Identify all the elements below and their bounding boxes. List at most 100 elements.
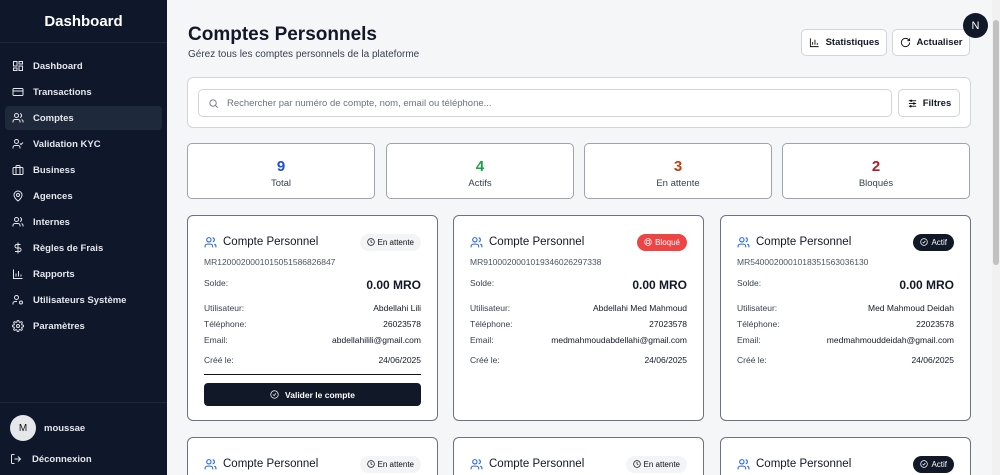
sidebar-item-internes[interactable]: Internes xyxy=(5,210,162,234)
search-icon xyxy=(209,98,218,108)
phone-value: 26023578 xyxy=(383,319,421,329)
user-row: Utilisateur: Med Mahmoud Deidah xyxy=(737,303,954,313)
sidebar-item-dashboard[interactable]: Dashboard xyxy=(5,54,162,78)
stat-active: 4 Actifs xyxy=(386,143,574,199)
balance-label: Solde: xyxy=(204,278,229,288)
sidebar-item-regles-de-frais[interactable]: Règles de Frais xyxy=(5,236,162,260)
sidebar-item-label: Comptes xyxy=(33,112,74,124)
phone-value: 22023578 xyxy=(916,319,954,329)
user-menu-avatar[interactable]: N xyxy=(963,13,988,38)
statistics-label: Statistiques xyxy=(825,37,880,48)
user-label: Utilisateur: xyxy=(470,303,511,313)
phone-value: 27023578 xyxy=(649,319,687,329)
account-card[interactable]: Compte Personnel En attente xyxy=(453,437,704,475)
phone-row: Téléphone: 22023578 xyxy=(737,319,954,329)
stat-label: Bloqués xyxy=(858,178,894,189)
statistics-button[interactable]: Statistiques xyxy=(801,29,887,56)
email-value: abdellahilili@gmail.com xyxy=(332,335,421,345)
refresh-label: Actualiser xyxy=(916,37,963,48)
page-title: Comptes Personnels xyxy=(188,24,377,45)
filters-button[interactable]: Filtres xyxy=(898,89,960,117)
grid-icon xyxy=(11,59,25,73)
search-input[interactable] xyxy=(227,97,867,109)
users-icon xyxy=(11,215,25,229)
clock-icon xyxy=(632,460,641,468)
scrollbar[interactable] xyxy=(992,0,1000,475)
user-profile[interactable]: M moussae xyxy=(10,415,157,441)
created-row: Créé le: 24/06/2025 xyxy=(470,355,687,365)
account-card[interactable]: Compte Personnel En attente MR1200020001… xyxy=(187,215,438,421)
card-title: Compte Personnel xyxy=(223,458,319,470)
sidebar-nav: Dashboard Transactions Comptes Validatio… xyxy=(0,43,167,338)
account-card[interactable]: Compte Personnel Bloqué MR91000200010193… xyxy=(453,215,704,421)
account-number: MR12000200010150515868​26847 xyxy=(204,257,336,267)
user-value: Abdellahi Lili xyxy=(373,303,421,313)
users-icon xyxy=(470,236,483,247)
user-check-icon xyxy=(11,137,25,151)
card-title: Compte Personnel xyxy=(756,236,852,248)
search-box[interactable] xyxy=(198,89,892,117)
phone-label: Téléphone: xyxy=(737,319,780,329)
sidebar-item-agences[interactable]: Agences xyxy=(5,184,162,208)
balance-label: Solde: xyxy=(737,278,762,288)
created-value: 24/06/2025 xyxy=(378,355,421,365)
validate-account-button[interactable]: Valider le compte xyxy=(204,383,421,406)
main-content: Comptes Personnels Gérez tous les compte… xyxy=(167,0,1000,475)
clock-icon xyxy=(366,460,375,468)
users-icon xyxy=(204,236,217,247)
card-header: Compte Personnel En attente xyxy=(204,232,421,252)
sidebar-item-validation-kyc[interactable]: Validation KYC xyxy=(5,132,162,156)
email-label: Email: xyxy=(204,335,228,345)
status-label: En attente xyxy=(377,459,414,469)
sidebar-item-rapports[interactable]: Rapports xyxy=(5,262,162,286)
ban-icon xyxy=(644,238,652,246)
status-label: Actif xyxy=(931,459,947,469)
clock-icon xyxy=(366,238,375,246)
created-label: Créé le: xyxy=(470,355,500,365)
stat-value: 3 xyxy=(673,158,683,175)
email-value: medmahmoudabdellahi@gmail.com xyxy=(551,335,687,345)
email-value: medmahmouddeidah@gmail.com xyxy=(826,335,954,345)
sliders-icon xyxy=(908,99,916,107)
card-title: Compte Personnel xyxy=(223,236,319,248)
user-name: moussae xyxy=(44,422,86,434)
account-card[interactable]: Compte Personnel En attente xyxy=(187,437,438,475)
logout-button[interactable]: Déconnexion xyxy=(10,449,157,469)
email-label: Email: xyxy=(470,335,494,345)
status-label: Actif xyxy=(931,237,947,247)
sidebar-item-label: Paramètres xyxy=(33,320,85,332)
check-circle-icon xyxy=(920,460,929,468)
created-row: Créé le: 24/06/2025 xyxy=(204,355,421,365)
email-label: Email: xyxy=(737,335,761,345)
sidebar-item-parametres[interactable]: Paramètres xyxy=(5,314,162,338)
sidebar-item-transactions[interactable]: Transactions xyxy=(5,80,162,104)
scrollbar-thumb[interactable] xyxy=(993,20,999,265)
sidebar-item-utilisateurs-systeme[interactable]: Utilisateurs Système xyxy=(5,288,162,312)
user-label: Utilisateur: xyxy=(204,303,245,313)
status-label: En attente xyxy=(643,459,680,469)
users-icon xyxy=(204,458,217,469)
phone-row: Téléphone: 26023578 xyxy=(204,319,421,329)
account-card[interactable]: Compte Personnel Actif MR540002000101835… xyxy=(720,215,971,421)
users-icon xyxy=(11,111,25,125)
sidebar-item-business[interactable]: Business xyxy=(5,158,162,182)
account-card[interactable]: Compte Personnel Actif xyxy=(720,437,971,475)
created-row: Créé le: 24/06/2025 xyxy=(737,355,954,365)
phone-row: Téléphone: 27023578 xyxy=(470,319,687,329)
users-icon xyxy=(470,458,483,469)
sidebar-title: Dashboard xyxy=(0,0,167,43)
validate-label: Valider le compte xyxy=(285,389,355,400)
refresh-button[interactable]: Actualiser xyxy=(892,29,970,56)
user-cog-icon xyxy=(11,293,25,307)
sidebar-item-comptes[interactable]: Comptes xyxy=(5,106,162,130)
status-badge: En attente xyxy=(359,455,421,473)
briefcase-icon xyxy=(11,163,25,177)
bar-chart-icon xyxy=(11,267,25,281)
phone-label: Téléphone: xyxy=(470,319,513,329)
stat-label: Total xyxy=(270,178,292,189)
status-badge: Actif xyxy=(913,455,954,473)
account-number: MR54000200010183515630​36130 xyxy=(737,257,869,267)
card-title: Compte Personnel xyxy=(489,458,585,470)
sidebar-item-label: Agences xyxy=(33,190,73,202)
sidebar-item-label: Utilisateurs Système xyxy=(33,294,127,306)
